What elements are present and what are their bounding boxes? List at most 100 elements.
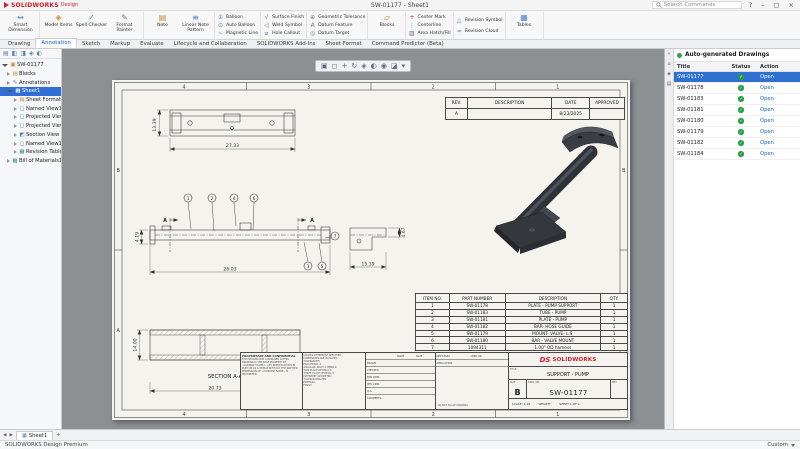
spell-checker-button[interactable]: ✓ Spell Checker bbox=[75, 12, 108, 39]
tree-item-projected-view1[interactable]: ◻ Projected View1 bbox=[0, 113, 61, 122]
balloon-4[interactable]: 4 bbox=[233, 196, 236, 202]
tree-item-section-view-a-a[interactable]: ◩ Section View A-A bbox=[0, 131, 61, 140]
collapse-pane-icon[interactable]: « bbox=[667, 51, 670, 57]
area-hatch-fill-button[interactable]: ▨ Area Hatch/Fill bbox=[408, 30, 450, 38]
tab-lifecycle-collaboration[interactable]: Lifecycle and Collaboration bbox=[169, 40, 252, 48]
drawing-view-top[interactable] bbox=[170, 110, 295, 136]
dim-section-width[interactable]: 20.73 bbox=[208, 385, 221, 391]
centerline-button[interactable]: ⋮ Centerline bbox=[408, 22, 450, 30]
balloon-2[interactable]: 2 bbox=[211, 196, 214, 202]
section-view-icon[interactable]: ◪ bbox=[391, 62, 398, 70]
tree-item-named-view12[interactable]: ◻ Named View12 bbox=[0, 104, 61, 113]
drawing-view-front[interactable] bbox=[150, 223, 330, 244]
balloons[interactable] bbox=[184, 194, 339, 270]
tab-markup[interactable]: Markup bbox=[105, 40, 135, 48]
auto-balloon-button[interactable]: ⊙ Auto Balloon bbox=[217, 22, 258, 30]
configurationmanager-tab-icon[interactable]: ◨ bbox=[20, 50, 26, 57]
graphics-area[interactable]: ▣ ◻ + ↻ ◈ ◐ ◉ ◪ ▾ bbox=[62, 49, 664, 429]
open-link[interactable]: Open bbox=[756, 74, 800, 80]
hole-callout-button[interactable]: ⌀ Hole Callout bbox=[263, 30, 304, 38]
tree-item-revision-table1[interactable]: ▦ Revision Table1 bbox=[0, 148, 61, 157]
revision-table[interactable]: REV. DESCRIPTION DATE APPROVED A 8/23/20… bbox=[445, 97, 625, 120]
displaymanager-tab-icon[interactable]: ◐ bbox=[37, 50, 42, 57]
minimize-button[interactable]: – bbox=[759, 1, 766, 9]
design-library-icon[interactable]: ◈ bbox=[667, 71, 671, 77]
tab-sheet-format[interactable]: Sheet Format bbox=[320, 40, 366, 48]
hud-more-icon[interactable]: ▾ bbox=[401, 62, 405, 70]
smart-dimension-button[interactable]: ↔ Smart Dimension bbox=[4, 12, 37, 39]
datum-feature-button[interactable]: A Datum Feature bbox=[309, 22, 365, 30]
dim-section-height[interactable]: 14.00 bbox=[133, 338, 139, 351]
drawing-row-sw-01179[interactable]: SW-01179 ✓ Open bbox=[674, 127, 800, 138]
format-painter-button[interactable]: ✎ Format Painter bbox=[108, 12, 141, 39]
zoom-area-icon[interactable]: ◻ bbox=[332, 62, 338, 70]
linear-note-pattern-button[interactable]: ≡ Linear Note Pattern bbox=[179, 12, 212, 39]
maximize-button[interactable]: ▢ bbox=[771, 1, 781, 9]
balloon-3[interactable]: 3 bbox=[307, 264, 310, 270]
open-link[interactable]: Open bbox=[756, 96, 800, 102]
featuremanager-tab-icon[interactable]: ▤ bbox=[3, 50, 9, 57]
rotate-view-icon[interactable]: ↻ bbox=[351, 62, 357, 70]
tree-item-projected-view2[interactable]: ◻ Projected View2 bbox=[0, 122, 61, 131]
zoom-fit-icon[interactable]: ▣ bbox=[321, 62, 328, 70]
open-link[interactable]: Open bbox=[756, 118, 800, 124]
model-items-button[interactable]: ◈ Model Items bbox=[42, 12, 75, 39]
balloon-5[interactable]: 5 bbox=[321, 264, 324, 270]
revision-symbol-button[interactable]: △ Revision Symbol bbox=[456, 16, 503, 24]
display-style-icon[interactable]: ◐ bbox=[371, 62, 377, 70]
hide-show-items-icon[interactable]: ◉ bbox=[381, 62, 387, 70]
pan-icon[interactable]: + bbox=[341, 62, 347, 70]
tab-sketch[interactable]: Sketch bbox=[77, 40, 105, 48]
tree-item-sheet1[interactable]: ▦ Sheet1 bbox=[0, 87, 61, 96]
geometric-tolerance-button[interactable]: ⊕ Geometric Tolerance bbox=[309, 13, 365, 21]
tree-item-sheet-format1[interactable]: ▤ Sheet Format1 bbox=[0, 96, 61, 105]
propertymanager-tab-icon[interactable]: ◧ bbox=[12, 50, 18, 57]
tab-drawing[interactable]: Drawing bbox=[3, 40, 35, 48]
dim-side-height[interactable]: 4.67 bbox=[401, 227, 407, 237]
open-link[interactable]: Open bbox=[756, 151, 800, 157]
dimxpert-tab-icon[interactable]: ◈ bbox=[29, 50, 34, 57]
search-commands-input[interactable]: Search Commands bbox=[652, 1, 742, 9]
drawing-view-side[interactable] bbox=[350, 228, 386, 250]
bill-of-materials-table[interactable]: ITEM NO. PART NUMBER DESCRIPTION QTY. 1S… bbox=[415, 293, 628, 351]
tab-annotation[interactable]: Annotation bbox=[35, 38, 77, 48]
add-sheet-icon[interactable]: + bbox=[56, 432, 60, 438]
balloon-7[interactable]: 7 bbox=[334, 234, 337, 240]
dim-top-width[interactable]: 27.33 bbox=[226, 143, 239, 149]
chevron-down-icon[interactable] bbox=[791, 444, 795, 447]
dim-front-width[interactable]: 26.03 bbox=[223, 266, 236, 272]
dim-top-depth[interactable]: 13.39 bbox=[152, 118, 158, 131]
open-link[interactable]: Open bbox=[756, 85, 800, 91]
drawing-view-isometric[interactable] bbox=[494, 127, 618, 254]
balloon-1[interactable]: 1 bbox=[187, 196, 190, 202]
tab-evaluate[interactable]: Evaluate bbox=[135, 40, 169, 48]
view-orientation-icon[interactable]: ◈ bbox=[361, 62, 366, 70]
sheet-tab-sheet1[interactable]: ▦ Sheet1 bbox=[16, 431, 53, 441]
tab-solidworks-addins[interactable]: SOLIDWORKS Add-Ins bbox=[252, 40, 321, 48]
close-button[interactable]: × bbox=[787, 1, 796, 9]
note-button[interactable]: ▤ Note bbox=[146, 12, 179, 39]
next-sheet-icon[interactable]: ▶ bbox=[9, 433, 12, 438]
tree-item-named-view13[interactable]: ◻ Named View13 bbox=[0, 139, 61, 148]
tree-item-root[interactable]: ▣ SW-01177 bbox=[0, 61, 61, 70]
open-link[interactable]: Open bbox=[756, 129, 800, 135]
drawing-row-sw-01182[interactable]: SW-01182 ✓ Open bbox=[674, 138, 800, 149]
open-link[interactable]: Open bbox=[756, 140, 800, 146]
drawing-row-sw-01183[interactable]: SW-01183 ✓ Open bbox=[674, 94, 800, 105]
center-mark-button[interactable]: + Center Mark bbox=[408, 13, 450, 21]
help-icon[interactable]: ? bbox=[747, 1, 754, 9]
weld-symbol-button[interactable]: ◁ Weld Symbol bbox=[263, 22, 304, 30]
magnetic-line-button[interactable]: ~ Magnetic Line bbox=[217, 30, 258, 38]
home-icon[interactable]: ⌂ bbox=[667, 61, 670, 67]
prev-sheet-icon[interactable]: ◀ bbox=[3, 433, 6, 438]
file-explorer-icon[interactable]: ▤ bbox=[667, 81, 672, 87]
tables-button[interactable]: ▦ Tables bbox=[508, 12, 541, 39]
drawing-sheet[interactable]: 4 3 2 1 4 3 2 1 B A B A bbox=[112, 80, 630, 420]
dim-front-height[interactable]: 4.19 bbox=[135, 232, 141, 242]
open-link[interactable]: Open bbox=[756, 107, 800, 113]
drawing-row-sw-01181[interactable]: SW-01181 ✓ Open bbox=[674, 105, 800, 116]
surface-finish-button[interactable]: √ Surface Finish bbox=[263, 13, 304, 21]
balloon-6[interactable]: 6 bbox=[253, 196, 256, 202]
drawing-row-sw-01178[interactable]: SW-01178 ✓ Open bbox=[674, 83, 800, 94]
blocks-button[interactable]: ▱ Blocks bbox=[370, 12, 403, 39]
